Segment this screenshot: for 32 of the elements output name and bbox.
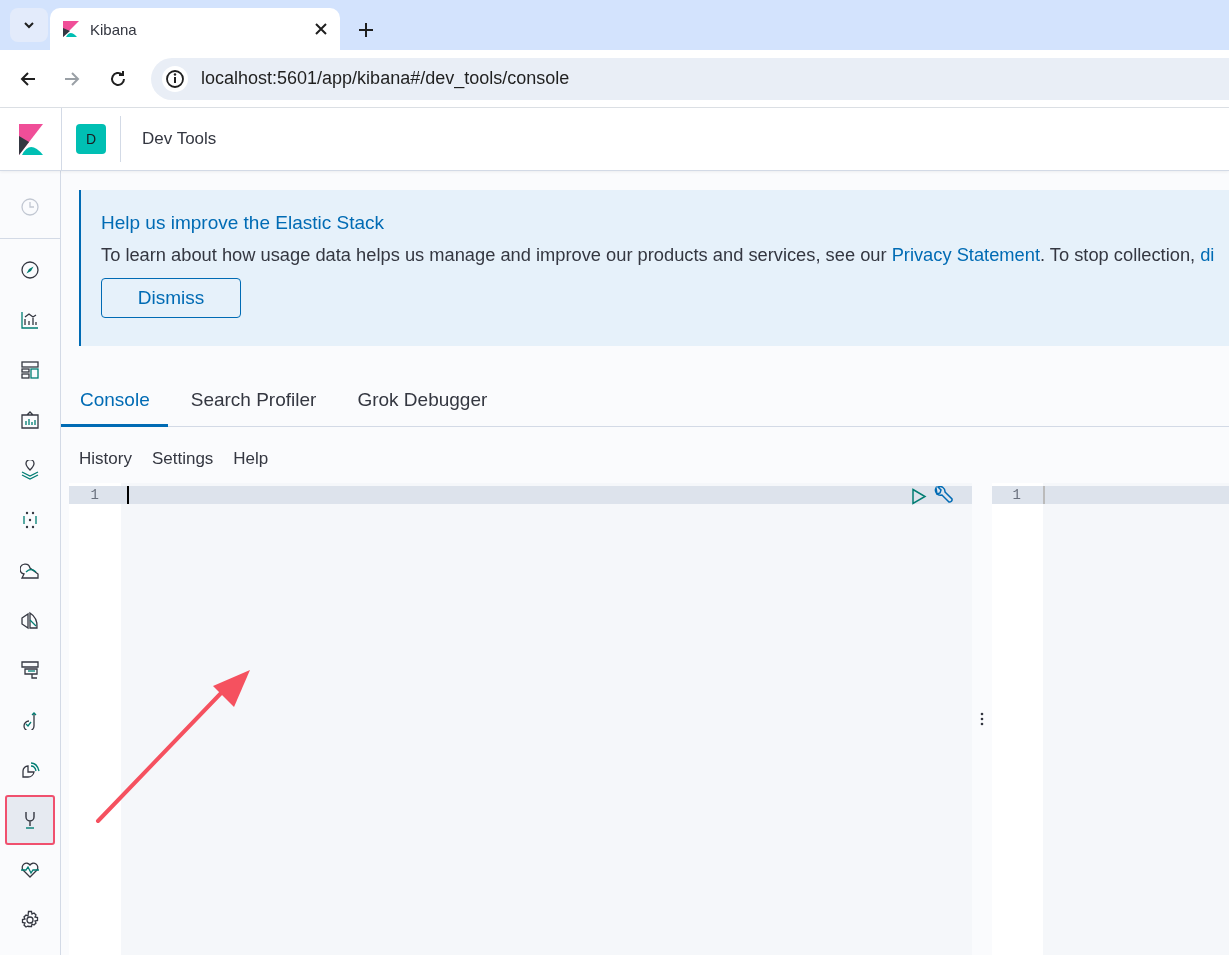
close-icon xyxy=(314,22,328,36)
tab[interactable]: Search Profiler xyxy=(171,376,335,427)
kibana-logo-icon xyxy=(62,20,80,38)
tab[interactable]: Console xyxy=(61,376,168,427)
text-cursor xyxy=(127,486,129,504)
send-request-button[interactable] xyxy=(911,488,927,505)
resize-handle-icon[interactable] xyxy=(980,712,984,726)
menu-link[interactable]: Help xyxy=(233,447,269,471)
reload-icon xyxy=(108,68,128,89)
kibana-logo-icon[interactable] xyxy=(18,123,43,155)
banner-title: Help us improve the Elastic Stack xyxy=(101,212,385,234)
new-tab-button[interactable] xyxy=(358,22,374,38)
link[interactable]: di xyxy=(1200,244,1215,265)
info-icon xyxy=(161,64,189,93)
address-bar[interactable]: localhost:5601/app/kibana#/dev_tools/console xyxy=(151,57,1229,100)
tab[interactable]: Grok Debugger xyxy=(338,376,506,427)
plus-icon xyxy=(358,22,374,38)
space-avatar[interactable]: D xyxy=(76,124,106,154)
menu-link[interactable]: Settings xyxy=(151,447,214,471)
banner-message: To learn about how usage data helps us manage and improve our products and services, see our Privacy Statement. To stop collection, di xyxy=(101,244,1216,266)
menu-link[interactable]: History xyxy=(79,447,132,471)
line-number: 1 xyxy=(69,486,121,504)
line-number: 1 xyxy=(992,486,1043,504)
reload-button[interactable] xyxy=(108,68,128,89)
close-tab-button[interactable] xyxy=(314,22,328,36)
breadcrumb-title: Dev Tools xyxy=(142,129,217,149)
browser-tab[interactable]: Kibana xyxy=(50,8,340,50)
dismiss-button[interactable]: Dismiss xyxy=(101,278,241,318)
url-text: localhost:5601/app/kibana#/dev_tools/console xyxy=(201,68,570,89)
play-icon xyxy=(911,488,927,505)
link[interactable]: Privacy Statement xyxy=(891,244,1040,265)
tab-title: Kibana xyxy=(90,20,138,38)
